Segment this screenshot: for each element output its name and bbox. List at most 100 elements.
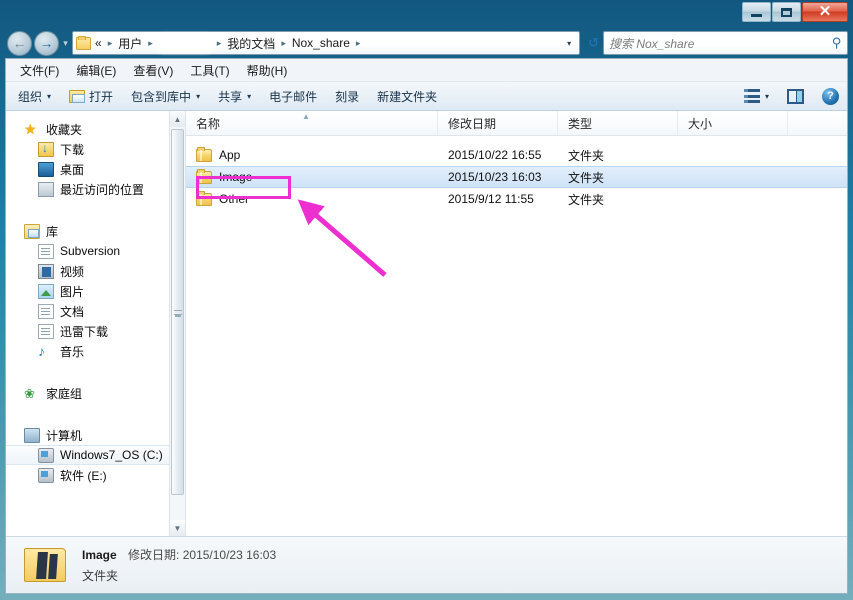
table-row[interactable]: App 2015/10/22 16:55 文件夹 <box>186 144 847 166</box>
chevron-down-icon: ▾ <box>47 91 52 101</box>
folder-icon <box>196 190 212 206</box>
details-type: 文件夹 <box>82 569 119 583</box>
downloads-icon <box>38 141 54 157</box>
minimize-button[interactable] <box>742 2 771 22</box>
folder-icon <box>196 146 212 162</box>
close-button[interactable]: ✕ <box>802 2 848 22</box>
refresh-button[interactable]: ↺ <box>584 35 603 51</box>
table-row[interactable]: Image 2015/10/23 16:03 文件夹 <box>186 166 847 188</box>
email-button[interactable]: 电子邮件 <box>269 88 317 105</box>
address-history-dropdown[interactable]: ▾ <box>561 39 577 48</box>
breadcrumb-item-documents[interactable]: 我的文档 <box>226 35 276 52</box>
desktop-icon <box>38 161 54 177</box>
include-in-library-label: 包含到库中 <box>131 89 192 104</box>
forward-button[interactable]: → <box>34 30 59 56</box>
sidebar-item-homegroup[interactable]: ❀ 家庭组 <box>6 383 185 403</box>
sidebar-item-documents[interactable]: 文档 <box>6 301 185 321</box>
scroll-down-button[interactable]: ▼ <box>170 520 185 536</box>
sidebar-item-subversion[interactable]: Subversion <box>6 241 185 261</box>
sidebar-label: 文档 <box>60 304 85 319</box>
breadcrumb-item-nox-share[interactable]: Nox_share <box>291 36 351 50</box>
breadcrumb-item-username-redacted[interactable] <box>157 36 212 50</box>
column-header-name-label: 名称 <box>196 116 221 131</box>
sidebar-scrollbar[interactable]: ▲ ▼ <box>169 111 185 536</box>
homegroup-icon: ❀ <box>24 385 35 401</box>
computer-icon <box>24 427 40 443</box>
address-bar[interactable]: « ▸ 用户 ▸ ▸ 我的文档 ▸ Nox_share ▸ ▾ <box>72 31 581 55</box>
sidebar-item-libraries[interactable]: 库 <box>6 221 185 241</box>
music-icon: ♪ <box>38 342 45 359</box>
include-in-library-button[interactable]: 包含到库中 ▾ <box>131 88 200 105</box>
navigation-pane: ★ 收藏夹 下载 桌面 最近访问的位置 <box>6 111 186 536</box>
sidebar-item-computer[interactable]: 计算机 <box>6 425 185 445</box>
sidebar-label: 计算机 <box>46 428 83 443</box>
menu-edit[interactable]: 编辑(E) <box>76 62 116 79</box>
sidebar-item-windows7-os-c[interactable]: Windows7_OS (C:) <box>6 445 185 465</box>
file-name-cell: App <box>186 146 438 162</box>
sidebar-group-libraries: 库 Subversion 视频 图片 文档 迅雷下载 ♪ 音乐 <box>6 221 185 361</box>
open-button[interactable]: 打开 <box>69 88 113 105</box>
column-header-date-label: 修改日期 <box>448 116 497 131</box>
menu-view[interactable]: 查看(V) <box>133 62 173 79</box>
column-header-date[interactable]: 修改日期 <box>438 111 558 135</box>
menu-file[interactable]: 文件(F) <box>20 62 59 79</box>
scrollbar-thumb[interactable] <box>171 129 184 495</box>
sidebar-item-music[interactable]: ♪ 音乐 <box>6 341 185 361</box>
scroll-up-button[interactable]: ▲ <box>170 111 185 127</box>
chevron-down-icon: ▾ <box>764 91 769 101</box>
sidebar-item-recent-places[interactable]: 最近访问的位置 <box>6 179 185 199</box>
organize-label: 组织 <box>18 89 43 104</box>
table-row[interactable]: Other 2015/9/12 11:55 文件夹 <box>186 188 847 210</box>
sidebar-group-computer: 计算机 Windows7_OS (C:) 软件 (E:) <box>6 425 185 485</box>
sidebar-item-favorites[interactable]: ★ 收藏夹 <box>6 119 185 139</box>
sort-ascending-icon: ▲ <box>302 112 310 121</box>
help-button[interactable]: ? <box>822 87 839 105</box>
maximize-button[interactable] <box>772 2 801 22</box>
open-folder-icon <box>69 89 86 103</box>
sidebar-item-pictures[interactable]: 图片 <box>6 281 185 301</box>
change-view-button[interactable]: ▾ <box>743 89 769 103</box>
sidebar-item-downloads[interactable]: 下载 <box>6 139 185 159</box>
new-folder-button[interactable]: 新建文件夹 <box>377 88 437 105</box>
breadcrumb-separator: ▸ <box>281 37 286 48</box>
file-list-pane: 名称 ▲ 修改日期 类型 大小 App 2015/10/22 16:55 文件夹… <box>186 111 847 536</box>
sidebar-item-software-e[interactable]: 软件 (E:) <box>6 465 185 485</box>
breadcrumb-separator: ▸ <box>216 37 222 48</box>
sidebar-item-videos[interactable]: 视频 <box>6 261 185 281</box>
column-header-type[interactable]: 类型 <box>558 111 678 135</box>
chevron-down-icon: ▾ <box>63 37 68 48</box>
search-input-placeholder[interactable]: 搜索 Nox_share <box>609 35 832 52</box>
breadcrumb-separator: ▸ <box>355 37 361 48</box>
sidebar-label: Subversion <box>60 244 121 258</box>
column-headers: 名称 ▲ 修改日期 类型 大小 <box>186 111 847 136</box>
organize-button[interactable]: 组织 ▾ <box>18 88 51 105</box>
breadcrumb-item-users[interactable]: 用户 <box>117 35 143 52</box>
video-icon <box>38 263 54 279</box>
breadcrumb-root-chevron[interactable]: « <box>94 36 103 50</box>
close-icon: ✕ <box>818 3 832 20</box>
file-type-cell: 文件夹 <box>568 148 605 163</box>
sidebar-label: 桌面 <box>60 162 85 177</box>
menu-tools[interactable]: 工具(T) <box>190 62 229 79</box>
sidebar-item-thunder-downloads[interactable]: 迅雷下载 <box>6 321 185 341</box>
search-box[interactable]: 搜索 Nox_share ⚲ <box>603 31 848 55</box>
sidebar-item-desktop[interactable]: 桌面 <box>6 159 185 179</box>
sidebar-label: Windows7_OS (C:) <box>60 448 163 462</box>
document-icon <box>38 303 54 319</box>
column-header-size[interactable]: 大小 <box>678 111 788 135</box>
drive-icon <box>38 467 54 483</box>
document-icon <box>38 243 54 259</box>
sidebar-label: 下载 <box>60 142 85 157</box>
preview-pane-button[interactable] <box>787 88 804 104</box>
back-button[interactable]: ← <box>7 30 32 56</box>
menu-help[interactable]: 帮助(H) <box>247 62 288 79</box>
list-top-gap <box>186 136 847 144</box>
column-header-name[interactable]: 名称 ▲ <box>186 111 438 135</box>
sidebar-group-homegroup: ❀ 家庭组 <box>6 383 185 403</box>
share-button[interactable]: 共享 ▾ <box>218 88 251 105</box>
sidebar-label: 迅雷下载 <box>60 324 109 339</box>
breadcrumb-separator: ▸ <box>107 37 113 48</box>
burn-button[interactable]: 刻录 <box>335 88 359 105</box>
recent-pages-button[interactable]: ▾ <box>59 38 72 49</box>
sidebar-label: 最近访问的位置 <box>60 182 145 197</box>
